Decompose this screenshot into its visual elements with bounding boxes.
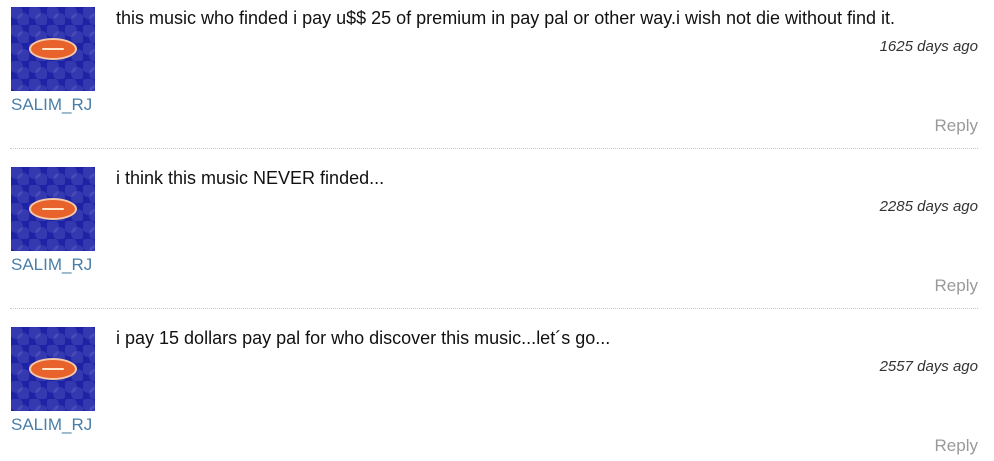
- reply-link[interactable]: Reply: [935, 436, 978, 456]
- orange-oval-logo-icon: [29, 38, 77, 60]
- orange-oval-logo-icon: [29, 358, 77, 380]
- comment-author-link[interactable]: SALIM_RJ: [11, 415, 92, 435]
- comment-author-link[interactable]: SALIM_RJ: [11, 95, 92, 115]
- comment-text: this music who finded i pay u$$ 25 of pr…: [116, 8, 896, 28]
- avatar[interactable]: [11, 7, 95, 91]
- comment-text: i pay 15 dollars pay pal for who discove…: [116, 328, 611, 348]
- orange-oval-logo-icon: [29, 198, 77, 220]
- comment-timestamp: 2557 days ago: [879, 358, 978, 375]
- reply-link[interactable]: Reply: [935, 276, 978, 296]
- comment-item: SALIM_RJ i pay 15 dollars pay pal for wh…: [0, 320, 994, 461]
- comment-text: i think this music NEVER finded...: [116, 168, 385, 188]
- comment-author-link[interactable]: SALIM_RJ: [11, 255, 92, 275]
- avatar[interactable]: [11, 327, 95, 411]
- comment-timestamp: 1625 days ago: [879, 38, 978, 55]
- avatar[interactable]: [11, 167, 95, 251]
- comment-timestamp: 2285 days ago: [879, 198, 978, 215]
- comment-divider: [10, 148, 978, 149]
- comment-item: SALIM_RJ i think this music NEVER finded…: [0, 160, 994, 320]
- comment-item: SALIM_RJ this music who finded i pay u$$…: [0, 0, 994, 160]
- comment-divider: [10, 308, 978, 309]
- reply-link[interactable]: Reply: [935, 116, 978, 136]
- comment-list: SALIM_RJ this music who finded i pay u$$…: [0, 0, 994, 461]
